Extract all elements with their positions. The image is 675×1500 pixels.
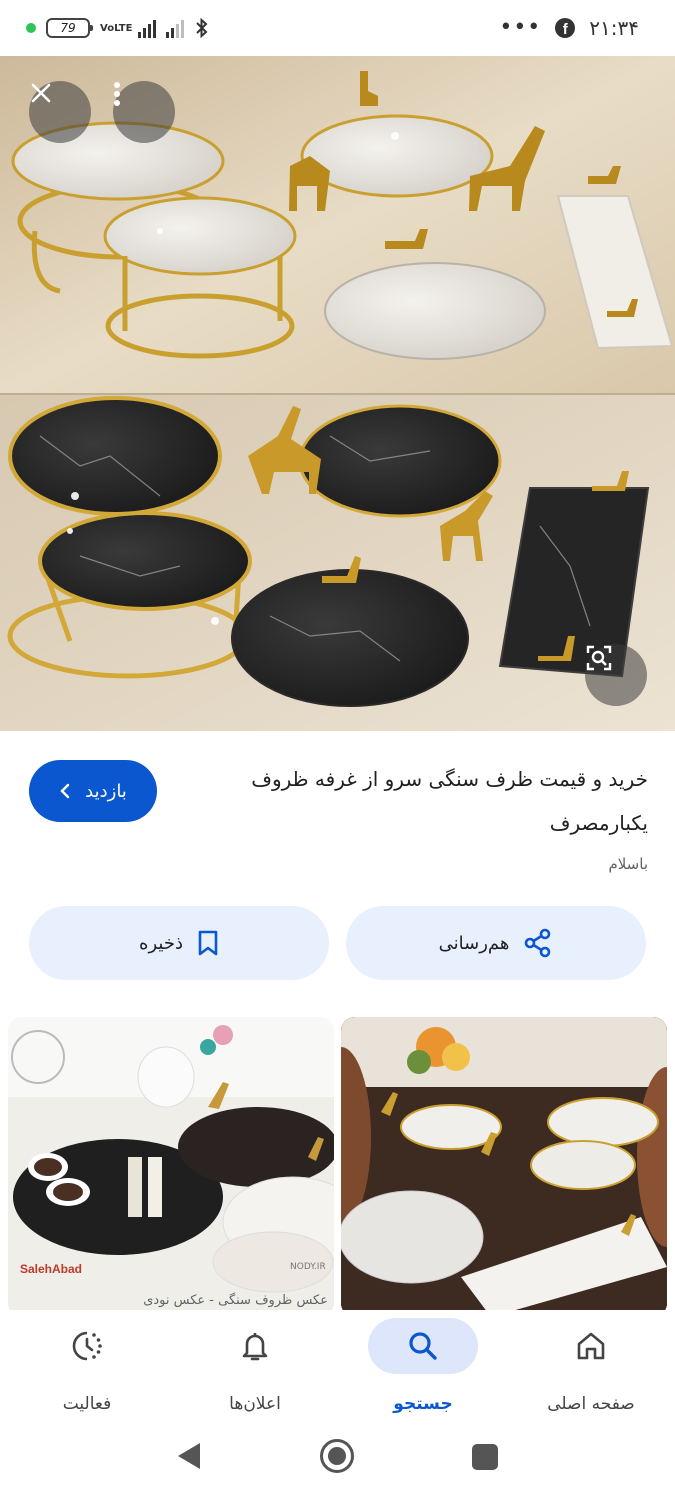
- activity-icon: [72, 1331, 102, 1361]
- home-icon: [577, 1332, 605, 1360]
- bookmark-icon: [198, 930, 218, 956]
- share-label: هم‌رسانی: [438, 932, 510, 954]
- more-options-button[interactable]: [113, 81, 175, 143]
- marble-trays-illustration: [0, 56, 675, 731]
- nav-label-activity: فعالیت: [62, 1394, 112, 1414]
- result-title[interactable]: خرید و قیمت ظرف سنگی سرو از غرفه ظروف یک…: [218, 757, 648, 845]
- nav-search-icon-wrap: [368, 1318, 478, 1374]
- close-icon: [31, 83, 51, 103]
- battery-level: 79: [60, 21, 76, 35]
- home-circle-icon[interactable]: [319, 1438, 355, 1474]
- search-icon: [409, 1332, 437, 1360]
- signal-icon: [138, 18, 157, 38]
- more-dots-icon: •••: [499, 15, 542, 40]
- share-button[interactable]: هم‌رسانی: [346, 906, 646, 980]
- nav-label-search: جستجو: [393, 1394, 453, 1414]
- nav-item-search[interactable]: جستجو: [339, 1310, 507, 1420]
- lens-button[interactable]: [585, 644, 647, 706]
- system-nav: [0, 1420, 675, 1500]
- clock: ۲۱:۳۴: [589, 16, 639, 40]
- nav-label-home: صفحه اصلی: [547, 1394, 635, 1414]
- status-left: 79 VoLTE: [26, 14, 210, 42]
- chevron-left-icon: [60, 783, 70, 799]
- facebook-icon: f: [555, 18, 576, 38]
- status-right: ••• f ۲۱:۳۴: [499, 14, 639, 42]
- nav-activity-icon-wrap: [32, 1318, 142, 1374]
- signal-icon-2: [166, 18, 185, 38]
- save-label: ذخیره: [139, 932, 183, 954]
- visit-button[interactable]: بازدید: [29, 760, 157, 822]
- nav-home-icon-wrap: [536, 1318, 646, 1374]
- network-label: VoLTE: [100, 22, 133, 34]
- nav-bell-icon-wrap: [200, 1318, 310, 1374]
- related-caption-left[interactable]: عکس ظروف سنگی - عکس نودی: [8, 1293, 334, 1308]
- back-icon[interactable]: [176, 1441, 202, 1471]
- hero-image[interactable]: [0, 56, 675, 731]
- nav-item-activity[interactable]: فعالیت: [3, 1310, 171, 1420]
- related-image-right[interactable]: [341, 1017, 667, 1317]
- bluetooth-icon: [196, 17, 208, 39]
- source-name: باسلام: [608, 855, 648, 873]
- visit-label: بازدید: [85, 780, 127, 802]
- lens-icon: [586, 645, 612, 671]
- battery-icon: 79: [46, 18, 93, 38]
- bell-icon: [242, 1333, 268, 1361]
- nav-item-home[interactable]: صفحه اصلی: [507, 1310, 675, 1420]
- watermark-nody: NODY.IR: [290, 1262, 326, 1272]
- nav-label-notifications: اعلان‌ها: [229, 1394, 281, 1414]
- nav-item-notifications[interactable]: اعلان‌ها: [171, 1310, 339, 1420]
- more-vert-icon: [114, 82, 120, 106]
- white-trays-thumbnail: [341, 1017, 667, 1317]
- bottom-nav: صفحه اصلی جستجو اعلان‌ها فعالیت: [0, 1310, 675, 1420]
- close-button[interactable]: [29, 81, 91, 143]
- watermark-salehabad: SalehAbad: [20, 1262, 83, 1276]
- save-button[interactable]: ذخیره: [29, 906, 329, 980]
- status-bar: 79 VoLTE ••• f ۲۱:۳۴: [0, 0, 675, 56]
- green-dot-icon: [26, 23, 36, 33]
- recents-icon[interactable]: [472, 1444, 498, 1470]
- share-icon: [525, 928, 551, 958]
